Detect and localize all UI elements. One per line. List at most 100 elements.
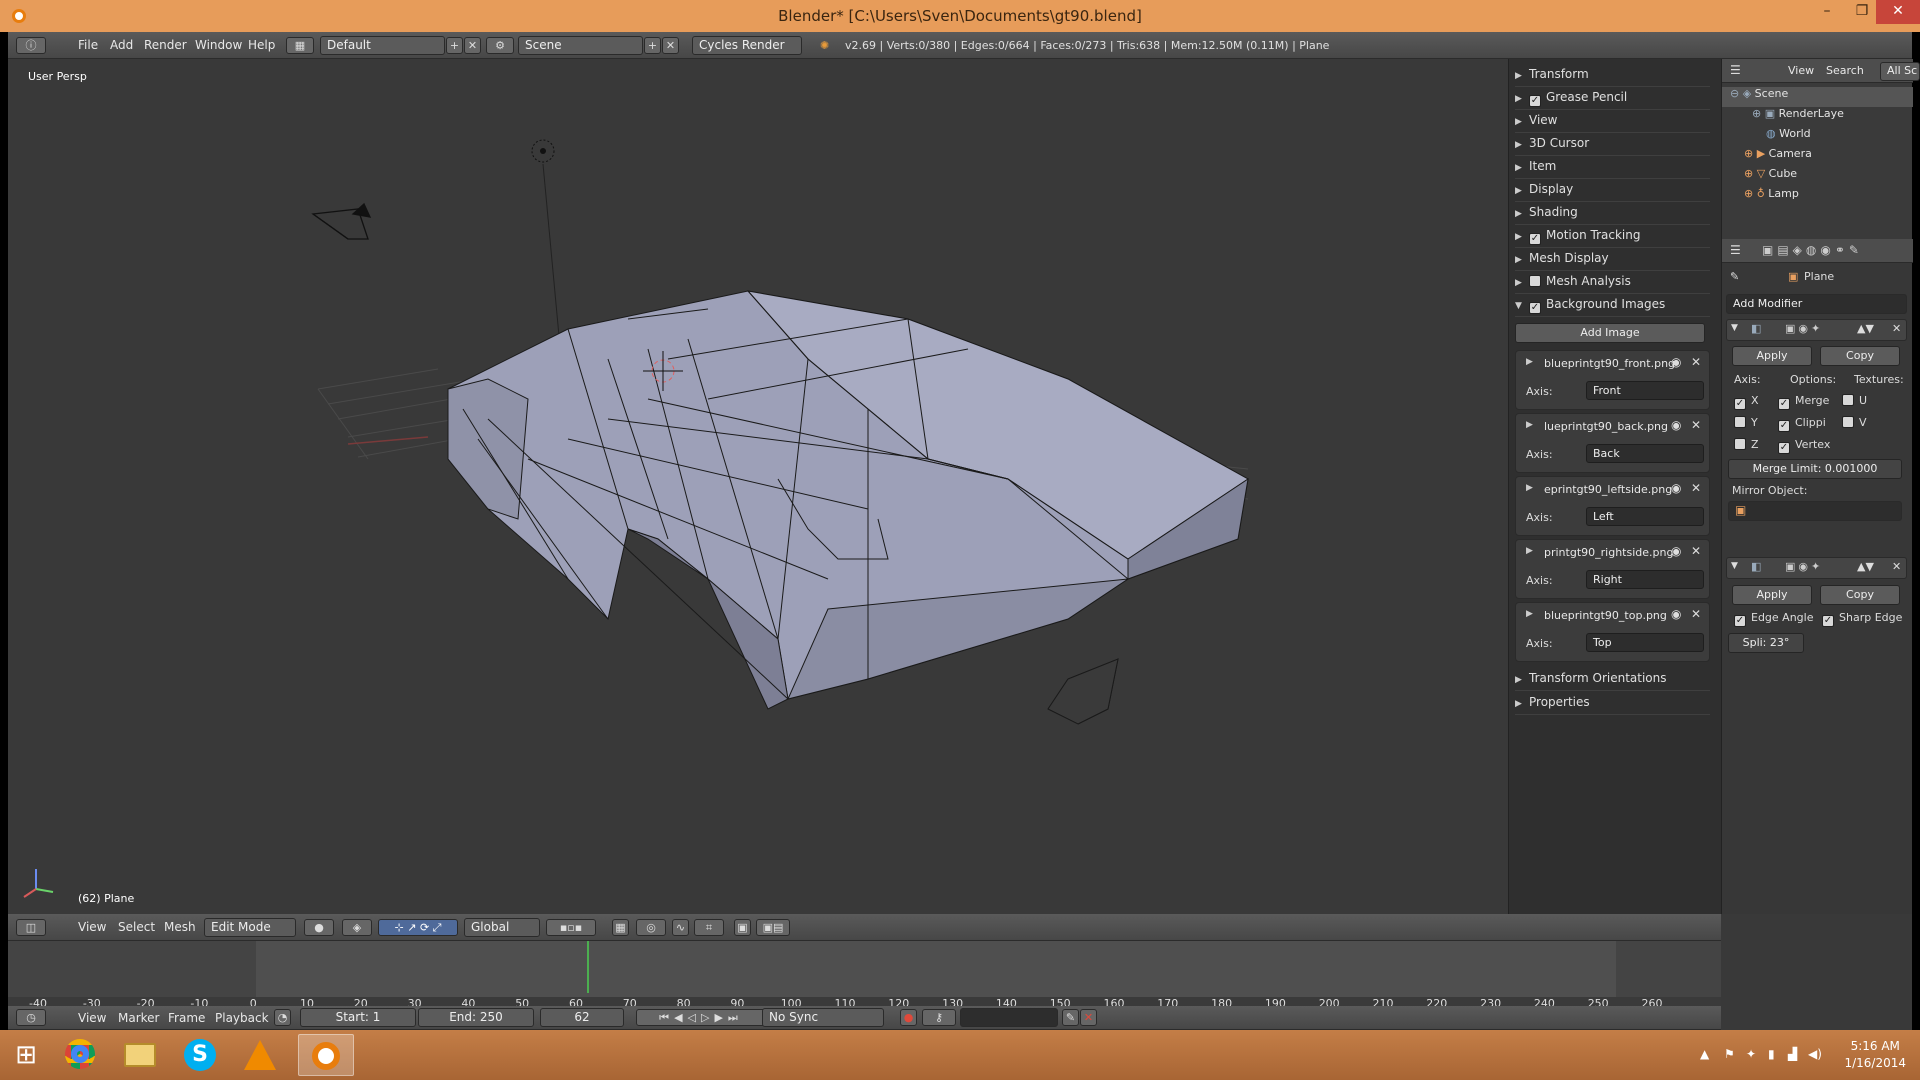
outliner-row-cube[interactable]: ⊕ ▽ Cube xyxy=(1722,167,1913,187)
outliner-search-menu[interactable]: Search xyxy=(1826,64,1864,77)
axis-select[interactable]: Top xyxy=(1586,633,1704,652)
remove-modifier-icon[interactable]: ✕ xyxy=(1892,322,1901,335)
texture-u-checkbox[interactable]: U xyxy=(1842,394,1867,407)
remove-icon[interactable]: ✕ xyxy=(1691,418,1701,432)
close-button[interactable]: ✕ xyxy=(1876,0,1920,24)
car-mesh[interactable] xyxy=(447,290,1249,725)
panel-mesh-display[interactable]: ▶ Mesh Display xyxy=(1515,251,1710,271)
split-angle-field[interactable]: Spli: 23° xyxy=(1728,633,1804,653)
remove-icon[interactable]: ✕ xyxy=(1691,355,1701,369)
mode-select[interactable]: Edit Mode xyxy=(204,918,296,937)
scene-field[interactable]: Scene xyxy=(518,36,643,55)
remove-icon[interactable]: ✕ xyxy=(1691,481,1701,495)
viewport-shading-icon[interactable]: ● xyxy=(304,919,334,936)
pin-icon[interactable]: ✎ xyxy=(1730,270,1739,283)
remove-modifier-icon[interactable]: ✕ xyxy=(1892,560,1901,573)
axis-z-checkbox[interactable]: Z xyxy=(1734,438,1759,451)
add-image-button[interactable]: Add Image xyxy=(1515,323,1705,343)
modifier-toggle-icons[interactable]: ▣◉✦ xyxy=(1785,560,1823,573)
axis-y-checkbox[interactable]: Y xyxy=(1734,416,1758,429)
axis-select[interactable]: Front xyxy=(1586,381,1704,400)
texture-v-checkbox[interactable]: V xyxy=(1842,416,1867,429)
outliner-type-icon[interactable]: ☰ xyxy=(1730,63,1741,77)
minimize-button[interactable]: – xyxy=(1810,0,1844,24)
pivot-icon[interactable]: ◈ xyxy=(342,919,372,936)
panel-transform[interactable]: ▶ Transform xyxy=(1515,67,1710,87)
menu-view[interactable]: View xyxy=(78,920,106,934)
properties-type-icon[interactable]: ☰ xyxy=(1730,243,1741,257)
mirror-apply-button[interactable]: Apply xyxy=(1732,346,1812,366)
panel-item[interactable]: ▶ Item xyxy=(1515,159,1710,179)
panel-view[interactable]: ▶ View xyxy=(1515,113,1710,133)
menu-playback[interactable]: Playback xyxy=(215,1011,269,1025)
remove-icon[interactable]: ✕ xyxy=(1691,607,1701,621)
scene-remove-icon[interactable]: ✕ xyxy=(662,37,679,54)
menu-marker[interactable]: Marker xyxy=(118,1011,159,1025)
tray-expand-icon[interactable]: ▲ xyxy=(1700,1047,1709,1061)
merge-limit-field[interactable]: Merge Limit: 0.001000 xyxy=(1728,459,1902,479)
start-frame-field[interactable]: Start: 1 xyxy=(300,1008,416,1027)
layout-add-icon[interactable]: + xyxy=(446,37,463,54)
skype-icon[interactable]: S xyxy=(172,1034,228,1076)
collapse-icon[interactable]: ▼ xyxy=(1731,561,1738,571)
mirror-copy-button[interactable]: Copy xyxy=(1820,346,1900,366)
panel-background-images[interactable]: ▼ ✓ Background Images xyxy=(1515,297,1710,317)
sync-mode-select[interactable]: No Sync xyxy=(762,1008,884,1027)
menu-render[interactable]: Render xyxy=(144,38,187,52)
eye-icon[interactable]: ◉ xyxy=(1671,481,1681,495)
vertex-group-checkbox[interactable]: ✓ Vertex xyxy=(1778,438,1830,454)
axis-select[interactable]: Back xyxy=(1586,444,1704,463)
menu-add[interactable]: Add xyxy=(110,38,133,52)
scene-add-icon[interactable]: + xyxy=(644,37,661,54)
merge-checkbox[interactable]: ✓ Merge xyxy=(1778,394,1829,410)
select-mode-icons[interactable]: ▪▫▪ xyxy=(546,919,596,936)
keying-set-field[interactable] xyxy=(960,1008,1058,1027)
mirror-object-field[interactable]: ▣ xyxy=(1728,501,1902,521)
editor-type-icon[interactable]: ⓘ xyxy=(16,37,46,54)
outliner-row-renderlayer[interactable]: ⊕ ▣ RenderLaye xyxy=(1722,107,1913,127)
editor-type-icon[interactable]: ◷ xyxy=(16,1009,46,1026)
tray-volume-icon[interactable]: ◀) xyxy=(1808,1047,1822,1061)
outliner-row-camera[interactable]: ⊕ ▶ Camera xyxy=(1722,147,1913,167)
tray-flag-icon[interactable]: ⚑ xyxy=(1724,1047,1735,1061)
axis-select[interactable]: Left xyxy=(1586,507,1704,526)
outliner-row-lamp[interactable]: ⊕ ♁ Lamp xyxy=(1722,187,1913,207)
expand-icon[interactable]: ▶ xyxy=(1526,609,1533,619)
move-arrows-icon[interactable]: ▲▼ xyxy=(1857,322,1874,335)
file-explorer-icon[interactable] xyxy=(112,1034,168,1076)
layout-icon[interactable]: ▦ xyxy=(286,37,314,54)
expand-icon[interactable]: ▶ xyxy=(1526,357,1533,367)
layout-remove-icon[interactable]: ✕ xyxy=(464,37,481,54)
panel-motion-tracking[interactable]: ▶ ✓ Motion Tracking xyxy=(1515,228,1710,248)
transform-orientation-select[interactable]: Global xyxy=(464,918,540,937)
sharp-edge-checkbox[interactable]: ✓ Sharp Edge xyxy=(1822,611,1902,627)
delete-keyframe-icon[interactable]: ✕ xyxy=(1080,1009,1097,1026)
expand-icon[interactable]: ▶ xyxy=(1526,546,1533,556)
eye-icon[interactable]: ◉ xyxy=(1671,607,1681,621)
layout-field[interactable]: Default xyxy=(320,36,445,55)
edgesplit-copy-button[interactable]: Copy xyxy=(1820,585,1900,605)
chrome-icon[interactable] xyxy=(52,1034,108,1076)
menu-frame[interactable]: Frame xyxy=(168,1011,205,1025)
modifier-toggle-icons[interactable]: ▣◉✦ xyxy=(1785,322,1823,335)
camera-icon[interactable] xyxy=(311,202,372,240)
add-modifier-select[interactable]: Add Modifier xyxy=(1726,294,1907,314)
eye-icon[interactable]: ◉ xyxy=(1671,544,1681,558)
tray-power-icon[interactable]: ▮ xyxy=(1768,1047,1775,1061)
panel-properties[interactable]: ▶ Properties xyxy=(1515,695,1710,715)
panel-mesh-analysis[interactable]: ▶ Mesh Analysis xyxy=(1515,274,1710,294)
taskbar-clock[interactable]: 5:16 AM 1/16/2014 xyxy=(1844,1038,1906,1072)
panel-display[interactable]: ▶ Display xyxy=(1515,182,1710,202)
panel-grease-pencil[interactable]: ▶ ✓ Grease Pencil xyxy=(1515,90,1710,110)
eye-icon[interactable]: ◉ xyxy=(1671,418,1681,432)
scene-icon[interactable]: ⚙ xyxy=(486,37,514,54)
render-engine-select[interactable]: Cycles Render xyxy=(692,36,802,55)
proportional-edit-icon[interactable]: ◎ xyxy=(636,919,666,936)
playback-controls-icons[interactable]: ⏮◀◁▷▶⏭ xyxy=(636,1009,766,1026)
tray-app-icon[interactable]: ✦ xyxy=(1746,1047,1756,1061)
record-icon[interactable]: ● xyxy=(900,1009,917,1026)
manipulator-icons[interactable]: ⊹ ↗ ⟳ ⤢ xyxy=(378,919,458,936)
axis-x-checkbox[interactable]: ✓ X xyxy=(1734,394,1759,410)
panel-shading[interactable]: ▶ Shading xyxy=(1515,205,1710,225)
edge-angle-checkbox[interactable]: ✓ Edge Angle xyxy=(1734,611,1813,627)
